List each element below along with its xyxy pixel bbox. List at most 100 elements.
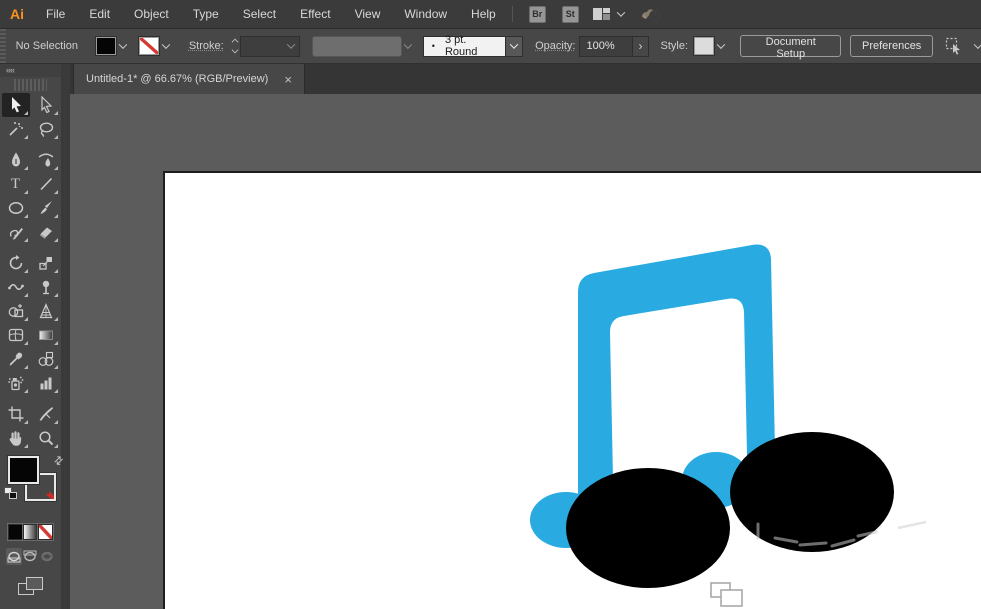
perspective-grid-tool[interactable] <box>32 299 60 323</box>
panel-grip[interactable] <box>0 29 6 63</box>
direct-selection-tool[interactable] <box>32 93 60 117</box>
width-tool[interactable] <box>2 275 30 299</box>
rotate-icon <box>7 254 25 272</box>
chevron-down-icon[interactable] <box>616 8 624 16</box>
canvas[interactable] <box>70 94 981 609</box>
smudge-diagonal <box>898 522 926 528</box>
magic-wand-icon <box>7 120 25 138</box>
isolate-selection-icon[interactable] <box>945 37 963 55</box>
menu-effect[interactable]: Effect <box>288 0 342 28</box>
selection-arrow-icon <box>7 96 25 114</box>
panel-drag-grip[interactable] <box>14 79 47 91</box>
eyedropper-tool[interactable] <box>2 347 30 371</box>
type-tool[interactable]: T <box>2 172 30 196</box>
perspective-grid-icon <box>37 302 55 320</box>
ellipse-icon <box>7 199 25 217</box>
draw-inside-button[interactable] <box>39 548 55 565</box>
fill-color-swatch[interactable] <box>96 37 116 55</box>
opacity-label[interactable]: Opacity: <box>535 40 575 52</box>
swap-fill-stroke-icon[interactable]: ⇄ <box>51 453 67 469</box>
menu-help[interactable]: Help <box>459 0 508 28</box>
gpu-performance-icon[interactable] <box>640 6 664 23</box>
line-segment-tool[interactable] <box>32 172 60 196</box>
column-graph-tool[interactable] <box>32 371 60 395</box>
menu-type[interactable]: Type <box>181 0 231 28</box>
style-chevron-icon[interactable] <box>716 40 724 48</box>
mesh-icon <box>7 326 25 344</box>
shape-builder-tool[interactable] <box>2 299 30 323</box>
puppet-warp-tool[interactable] <box>32 275 60 299</box>
bridge-button[interactable]: Br <box>529 6 546 23</box>
brush-combo-button[interactable] <box>506 36 523 57</box>
opacity-arrow-button[interactable]: › <box>633 36 648 57</box>
fill-color-box[interactable] <box>8 456 39 484</box>
scale-tool[interactable] <box>32 251 60 275</box>
workspace-switcher-icon[interactable] <box>593 7 610 21</box>
stroke-label[interactable]: Stroke: <box>189 40 224 52</box>
hand-tool[interactable] <box>2 426 30 450</box>
gradient-button[interactable] <box>23 524 38 540</box>
menu-file[interactable]: File <box>34 0 77 28</box>
change-screen-mode-button[interactable] <box>18 577 44 597</box>
blend-icon <box>37 350 55 368</box>
stroke-chevron-icon[interactable] <box>162 40 170 48</box>
menu-view[interactable]: View <box>343 0 393 28</box>
opacity-input[interactable] <box>579 36 633 57</box>
stroke-color-swatch[interactable] <box>139 37 159 55</box>
eraser-icon <box>37 223 55 241</box>
style-swatch[interactable] <box>694 37 714 55</box>
document-setup-button[interactable]: Document Setup <box>740 35 841 57</box>
curvature-icon <box>37 151 55 169</box>
color-button[interactable] <box>8 524 23 540</box>
stroke-width-combo[interactable] <box>240 36 301 57</box>
lasso-tool[interactable] <box>32 117 60 141</box>
menu-object[interactable]: Object <box>122 0 181 28</box>
artwork-layer[interactable] <box>70 94 981 609</box>
pencil-tool[interactable] <box>2 220 30 244</box>
rotate-tool[interactable] <box>2 251 30 275</box>
pen-tool[interactable] <box>2 148 30 172</box>
stroke-width-stepper[interactable] <box>232 39 238 53</box>
menu-window[interactable]: Window <box>392 0 459 28</box>
selection-tool[interactable] <box>2 93 30 117</box>
artboard-tool[interactable] <box>2 402 30 426</box>
curvature-tool[interactable] <box>32 148 60 172</box>
paintbrush-tool[interactable] <box>32 196 60 220</box>
ellipse-tool[interactable] <box>2 196 30 220</box>
line-segment-icon <box>37 175 55 193</box>
paint-style-row <box>0 520 61 540</box>
slice-icon <box>37 405 55 423</box>
drawing-modes-row <box>0 540 61 565</box>
eraser-tool[interactable] <box>32 220 60 244</box>
menu-select[interactable]: Select <box>231 0 288 28</box>
tools-panel: «« <box>0 64 70 609</box>
brush-definition-combo[interactable]: • 3 pt. Round <box>423 36 506 57</box>
stock-button[interactable]: St <box>562 6 579 23</box>
fill-chevron-icon[interactable] <box>118 40 126 48</box>
none-button[interactable] <box>38 524 53 540</box>
menu-edit[interactable]: Edit <box>77 0 122 28</box>
tab-close-icon[interactable]: × <box>284 73 292 86</box>
blend-tool[interactable] <box>32 347 60 371</box>
preferences-button[interactable]: Preferences <box>850 35 933 57</box>
default-fill-stroke-icon[interactable] <box>4 487 17 499</box>
symbol-sprayer-tool[interactable] <box>2 371 30 395</box>
pen-icon <box>7 151 25 169</box>
draw-behind-button[interactable] <box>22 548 38 565</box>
panel-collapse-button[interactable]: «« <box>0 64 61 77</box>
mesh-tool[interactable] <box>2 323 30 347</box>
isolate-chevron-icon[interactable] <box>974 40 981 48</box>
artboard-icon <box>7 405 25 423</box>
zoom-tool[interactable] <box>32 426 60 450</box>
magic-wand-tool[interactable] <box>2 117 30 141</box>
hand-icon <box>7 429 25 447</box>
selection-status: No Selection <box>16 40 78 52</box>
gradient-tool[interactable] <box>32 323 60 347</box>
symbol-sprayer-icon <box>7 374 25 392</box>
slice-tool[interactable] <box>32 402 60 426</box>
brush-preview <box>312 36 402 57</box>
puppet-warp-icon <box>37 278 55 296</box>
document-tab[interactable]: Untitled-1* @ 66.67% (RGB/Preview) × <box>73 64 305 94</box>
control-bar: No Selection Stroke: • 3 pt. Round Opaci… <box>0 29 981 64</box>
draw-normal-button[interactable] <box>6 548 22 565</box>
